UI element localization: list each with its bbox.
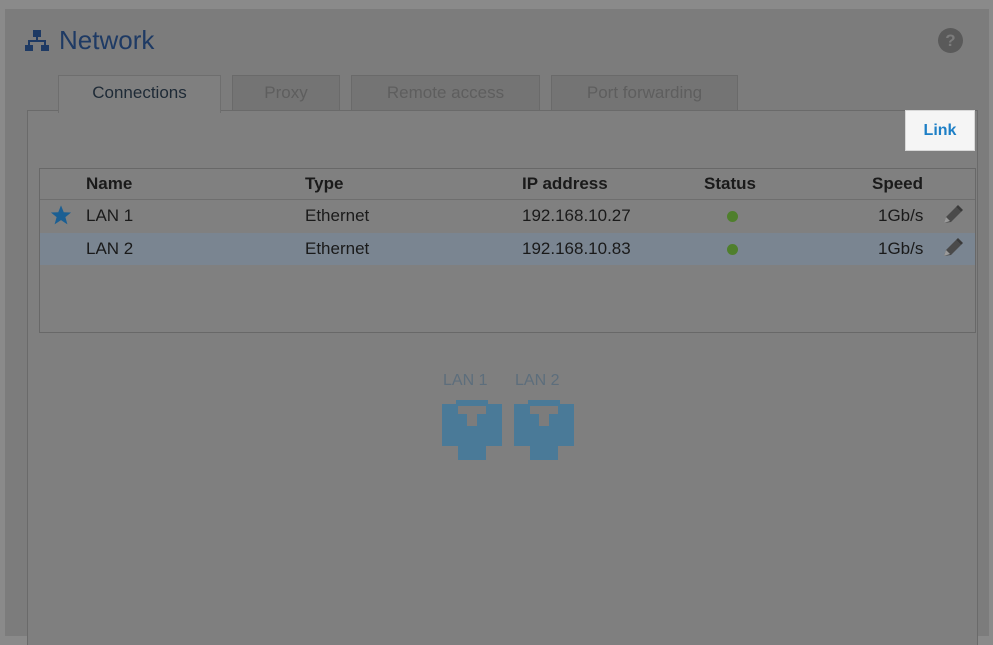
page-header: Network: [25, 23, 154, 57]
row-name: LAN 1: [86, 206, 134, 225]
edit-pencil-icon[interactable]: [940, 205, 964, 227]
table-row[interactable]: LAN 2 Ethernet 192.168.10.83 1Gb/s: [40, 233, 975, 265]
tab-remote-access[interactable]: Remote access: [351, 75, 540, 111]
table-header: Name Type IP address Status Speed: [40, 169, 975, 200]
column-header-name[interactable]: Name: [86, 174, 132, 194]
status-ok-icon: [727, 244, 738, 255]
column-header-ip[interactable]: IP address: [522, 174, 608, 194]
tab-port-forwarding[interactable]: Port forwarding: [551, 75, 738, 111]
column-header-status[interactable]: Status: [704, 174, 756, 194]
link-button[interactable]: Link: [905, 110, 975, 151]
column-header-speed[interactable]: Speed: [872, 174, 923, 194]
tab-connections[interactable]: Connections: [58, 75, 221, 113]
row-type: Ethernet: [305, 239, 370, 258]
tab-proxy[interactable]: Proxy: [232, 75, 340, 111]
row-name: LAN 2: [86, 239, 134, 258]
table-row[interactable]: LAN 1 Ethernet 192.168.10.27 1Gb/s: [40, 200, 975, 232]
connections-table: Name Type IP address Status Speed LAN 1 …: [39, 168, 976, 333]
row-speed: 1Gb/s: [878, 239, 924, 258]
default-star-icon: [50, 205, 72, 225]
row-type: Ethernet: [305, 206, 370, 225]
page-title: Network: [59, 24, 155, 55]
port-label-lan1: LAN 1: [443, 372, 488, 389]
port-label-lan2: LAN 2: [515, 372, 560, 389]
ethernet-port-icon[interactable]: [442, 400, 502, 464]
edit-pencil-icon[interactable]: [940, 238, 964, 260]
row-speed: 1Gb/s: [878, 206, 924, 225]
column-header-type[interactable]: Type: [305, 174, 343, 194]
ethernet-port-icon[interactable]: [514, 400, 574, 464]
row-ip: 192.168.10.27: [522, 206, 631, 225]
status-ok-icon: [727, 211, 738, 222]
row-ip: 192.168.10.83: [522, 239, 631, 258]
help-icon[interactable]: ?: [938, 28, 963, 53]
network-icon: [25, 30, 49, 51]
